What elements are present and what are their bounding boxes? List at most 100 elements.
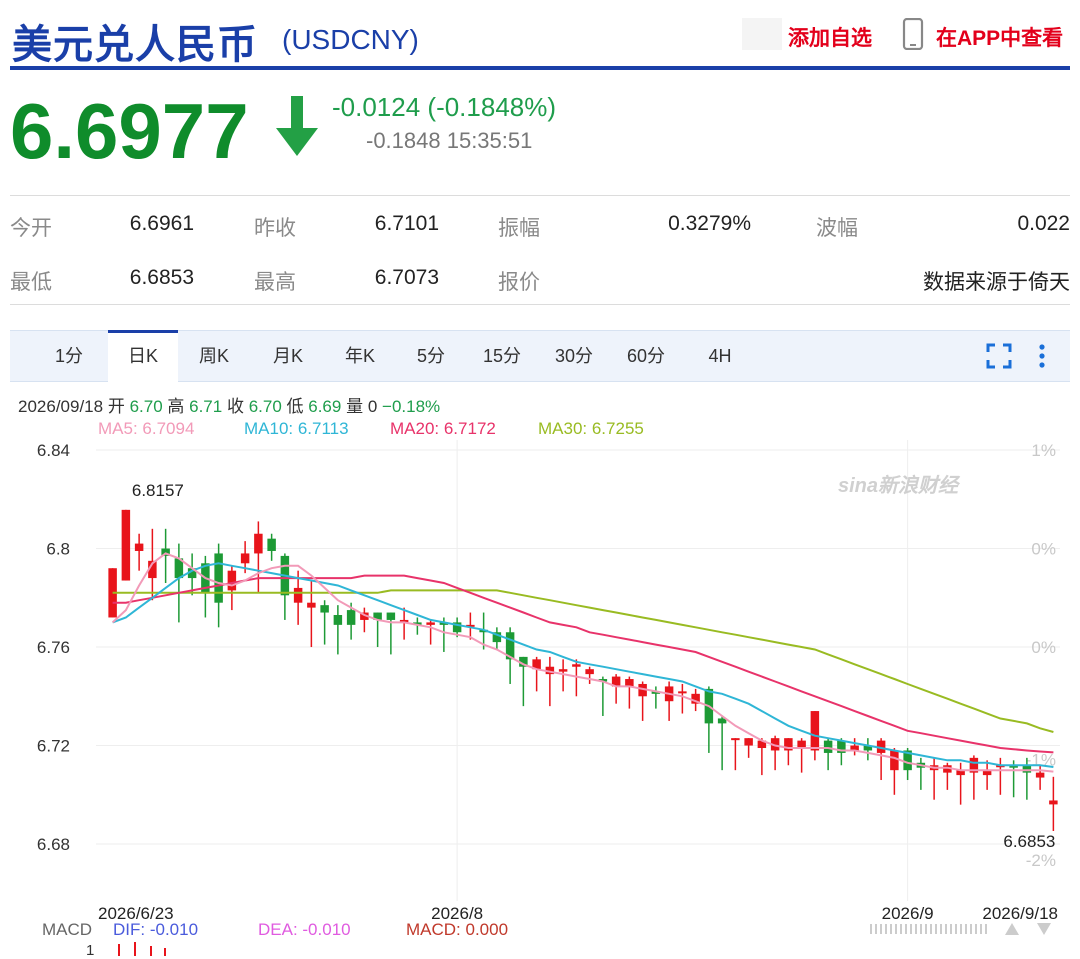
divider (10, 195, 1070, 196)
ohlc-pct: −0.18% (382, 397, 441, 416)
candle-body (333, 615, 343, 625)
header-divider (10, 66, 1070, 70)
amplitude-value: 0.3279% (668, 212, 751, 235)
tab-monthly-k[interactable]: 月K (264, 331, 312, 381)
page-title: 美元兑人民币 (12, 23, 258, 67)
candle-body (823, 740, 833, 753)
header-spacer (742, 18, 782, 50)
current-price: 6.6977 (10, 87, 249, 175)
phone-icon (902, 17, 924, 55)
candle-body (797, 740, 806, 749)
macd-bar (134, 942, 136, 956)
wave-value: 0.022 (1017, 212, 1070, 235)
price-change: -0.0124 (-0.1848%) (332, 92, 557, 122)
scroll-track[interactable] (870, 924, 990, 934)
quote-label: 报价 (498, 271, 540, 294)
ohlc-low: 6.69 (308, 397, 342, 416)
max-price-annotation: 6.8157 (132, 481, 184, 500)
prev-close-label: 昨收 (254, 217, 296, 240)
pct-tick-label: -2% (1026, 851, 1056, 870)
ma30-line (112, 589, 1054, 733)
candle-body (572, 664, 581, 667)
ma20-legend: MA20: 6.7172 (390, 419, 496, 438)
high-label: 最高 (254, 271, 296, 294)
amplitude-label: 振幅 (498, 217, 540, 240)
candle-body (293, 587, 303, 603)
price-change-time: -0.1848 15:35:51 (366, 128, 533, 153)
divider (10, 304, 1070, 305)
tab-yearly-k[interactable]: 年K (336, 331, 384, 381)
macd-label: MACD (42, 920, 93, 939)
candle-body (320, 605, 329, 613)
macd-axis-tick: 1 (86, 942, 95, 959)
candle-body (678, 691, 687, 694)
ma10-legend: MA10: 6.7113 (244, 419, 349, 438)
pct-tick-label: 0% (1031, 638, 1056, 657)
tab-1min[interactable]: 1分 (46, 331, 92, 381)
more-menu-icon[interactable] (1036, 343, 1048, 374)
candle-body (1022, 765, 1032, 773)
candle-body (1049, 800, 1058, 805)
macd-dea: DEA: -0.010 (258, 920, 351, 939)
y-tick-label: 6.72 (37, 737, 70, 756)
tab-weekly-k[interactable]: 周K (190, 331, 238, 381)
ma30-legend: MA30: 6.7255 (538, 419, 644, 438)
fullscreen-icon[interactable] (986, 343, 1012, 374)
candle-body (254, 533, 263, 554)
ohlc-close-label: 收 (226, 397, 244, 416)
pct-tick-label: 1% (1031, 441, 1056, 460)
candle-body (227, 570, 237, 591)
candle-body (731, 738, 740, 741)
candle-body (810, 711, 820, 751)
down-arrow-icon (272, 94, 322, 165)
y-tick-label: 6.8 (46, 540, 70, 559)
open-value: 6.6961 (129, 212, 194, 235)
add-watchlist-button[interactable]: 添加自选 (788, 22, 872, 52)
candle-body (558, 669, 568, 672)
candle-body (1035, 772, 1045, 778)
open-label: 今开 (10, 217, 52, 240)
prev-close-value: 6.7101 (374, 212, 439, 235)
candle-body (134, 543, 144, 551)
ohlc-vol-label: 量 (346, 397, 364, 416)
view-in-app-button[interactable]: 在APP中查看 (936, 22, 1063, 52)
tab-4h[interactable]: 4H (698, 331, 742, 381)
ohlc-open: 6.70 (129, 397, 163, 416)
candle-body (240, 553, 250, 564)
symbol-code: (USDCNY) (282, 24, 419, 55)
candlestick-chart[interactable]: 6.84 1%6.8 0%6.76 0%6.72-1%6.68-2%sina新浪财经6… (0, 438, 1080, 928)
candle-body (585, 669, 594, 675)
ohlc-date: 2026/09/18 (18, 397, 104, 416)
x-axis-label: 2026/9 (882, 904, 934, 923)
tab-60min[interactable]: 60分 (620, 331, 672, 381)
macd-bar (150, 946, 152, 956)
ohlc-open-label: 开 (107, 397, 125, 416)
tab-daily-k[interactable]: 日K (108, 330, 178, 382)
ohlc-high: 6.71 (189, 397, 223, 416)
tab-5min[interactable]: 5分 (408, 331, 454, 381)
y-tick-label: 6.68 (37, 835, 70, 854)
low-value: 6.6853 (129, 266, 194, 289)
candle-body (625, 679, 634, 687)
y-tick-label: 6.76 (37, 638, 70, 657)
scroll-right-icon[interactable] (1036, 922, 1052, 941)
wave-label: 波幅 (816, 217, 858, 240)
min-price-annotation: 6.6853 (1003, 832, 1055, 851)
macd-dif: DIF: -0.010 (113, 920, 199, 939)
ohlc-close: 6.70 (248, 397, 282, 416)
ohlc-vol: 0 (367, 397, 378, 416)
x-axis-label: 2026/9/18 (982, 904, 1058, 923)
tab-15min[interactable]: 15分 (476, 331, 528, 381)
macd-bar (118, 944, 120, 956)
ohlc-high-label: 高 (167, 397, 185, 416)
y-tick-label: 6.84 (37, 441, 70, 460)
candle-body (121, 509, 131, 581)
ohlc-low-label: 低 (286, 397, 304, 416)
ohlc-summary: 2026/09/18 开 6.70 高 6.71 收 6.70 低 6.69 量… (18, 392, 440, 417)
tab-30min[interactable]: 30分 (548, 331, 600, 381)
scroll-left-icon[interactable] (1004, 922, 1020, 941)
pct-tick-label: 0% (1031, 540, 1056, 559)
ma5-legend: MA5: 6.7094 (98, 419, 195, 438)
candle-body (744, 738, 753, 746)
candle-body (426, 622, 435, 625)
